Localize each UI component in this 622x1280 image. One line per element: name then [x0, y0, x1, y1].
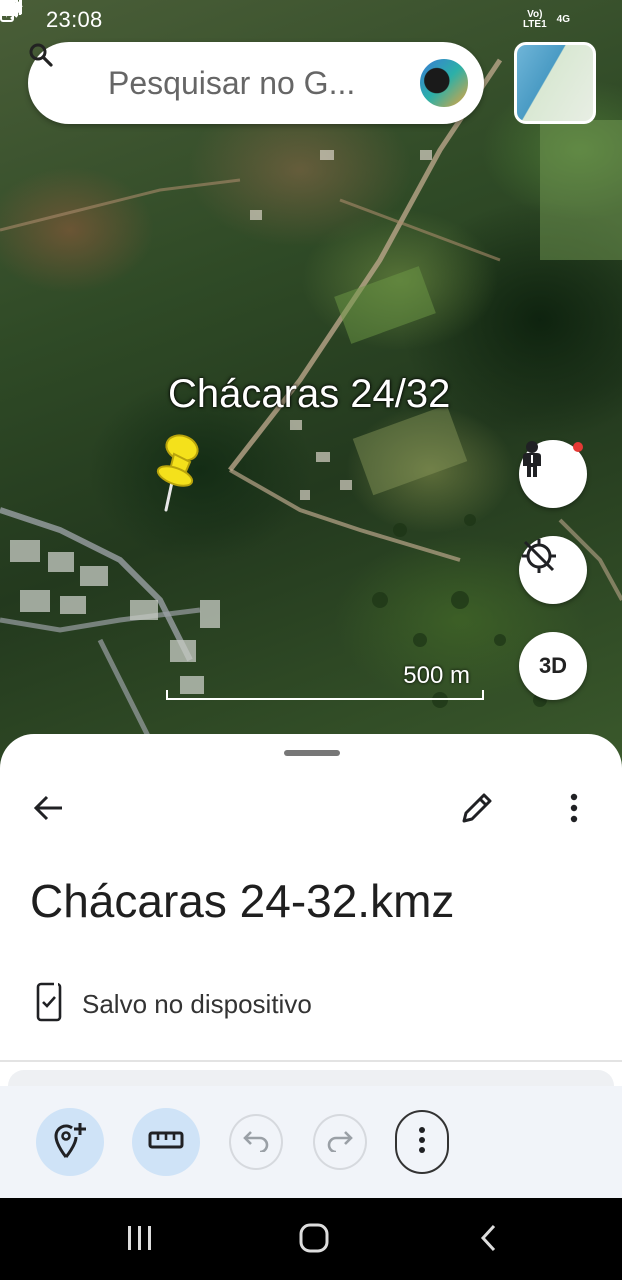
network-indicator: Vo) LTE1: [522, 9, 547, 30]
home-button[interactable]: [294, 1220, 334, 1260]
undo-button[interactable]: [229, 1114, 283, 1170]
map-scale: 500 m: [166, 660, 484, 706]
signal-icon: 4G: [2, 0, 570, 25]
recents-icon: [125, 1224, 155, 1257]
system-back-button[interactable]: [468, 1220, 508, 1260]
satellite-map[interactable]: 23:08 Vo) LTE1 4G Pesquisar no G... Chác…: [0, 0, 622, 780]
3d-toggle-button[interactable]: 3D: [519, 632, 587, 700]
system-nav-bar: [0, 1198, 622, 1280]
more-vert-icon: [418, 1126, 426, 1159]
measure-button[interactable]: [132, 1108, 200, 1176]
map-layers-button[interactable]: [514, 42, 596, 124]
scale-line: [166, 690, 484, 700]
phone-check-icon: [36, 982, 62, 1027]
redo-icon: [326, 1128, 354, 1157]
edit-button[interactable]: [449, 782, 505, 838]
drag-handle[interactable]: [284, 750, 340, 756]
back-button[interactable]: [20, 782, 76, 838]
search-bar[interactable]: Pesquisar no G...: [28, 42, 484, 124]
toolbar-more-button[interactable]: [395, 1110, 449, 1174]
pencil-icon: [460, 791, 494, 830]
saved-status-text: Salvo no dispositivo: [82, 989, 312, 1019]
ruler-icon: [148, 1130, 184, 1155]
recents-button[interactable]: [120, 1220, 160, 1260]
avatar[interactable]: [418, 57, 470, 109]
status-bar: 23:08 Vo) LTE1 4G: [0, 0, 622, 40]
add-placemark-button[interactable]: [36, 1108, 104, 1176]
add-location-icon: [52, 1121, 88, 1164]
notification-dot: [573, 442, 583, 452]
my-location-button[interactable]: [519, 536, 587, 604]
project-title: Chácaras 24-32.kmz: [30, 875, 455, 927]
saved-status-row: Salvo no dispositivo: [36, 982, 312, 1027]
search-input[interactable]: Pesquisar no G...: [108, 65, 418, 102]
arrow-back-icon: [32, 794, 64, 827]
redo-button[interactable]: [313, 1114, 367, 1170]
editing-toolbar: [0, 1086, 622, 1198]
street-view-button[interactable]: [519, 440, 587, 508]
chevron-left-icon: [478, 1223, 498, 1258]
more-vert-icon: [570, 793, 578, 828]
home-icon: [298, 1222, 330, 1259]
status-time: 23:08: [46, 7, 103, 32]
place-label[interactable]: Chácaras 24/32: [168, 372, 450, 417]
scale-label: 500 m: [403, 662, 470, 689]
divider: [0, 1060, 622, 1062]
undo-icon: [242, 1128, 270, 1157]
sheet-toolbar: [0, 778, 622, 844]
more-options-button[interactable]: [546, 782, 602, 838]
